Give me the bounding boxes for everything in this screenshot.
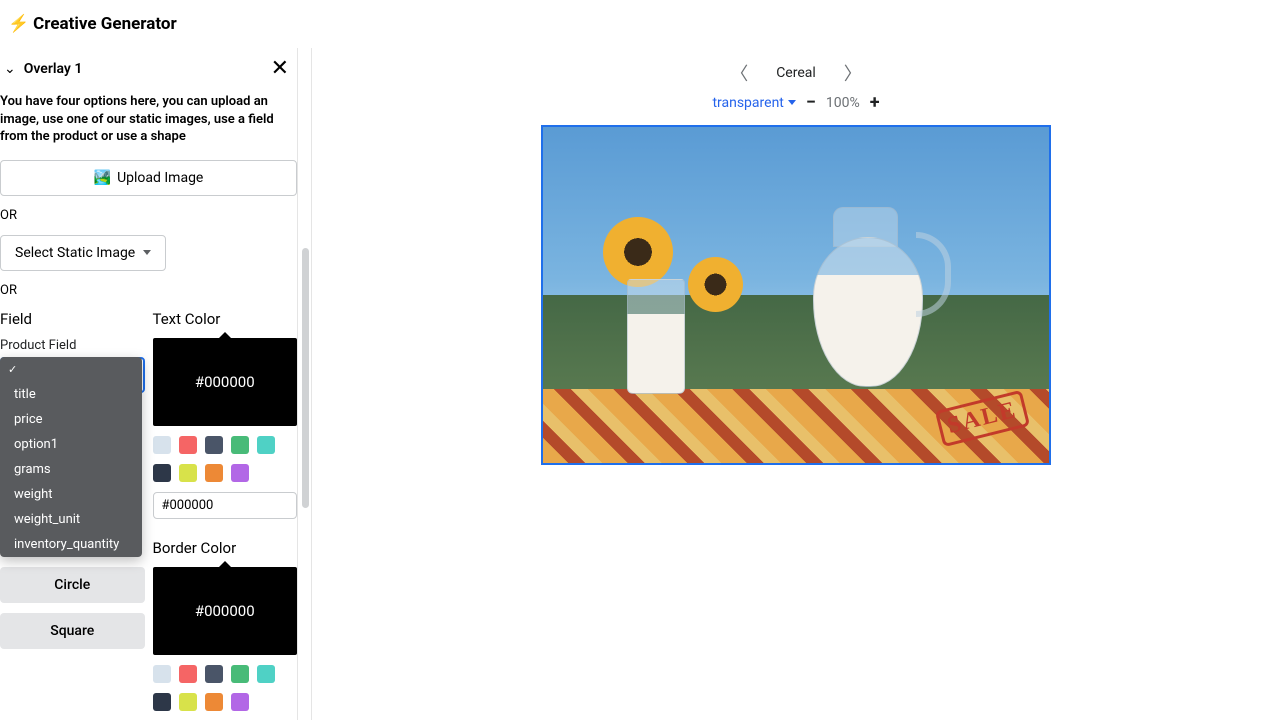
preview-canvas[interactable]: SALE bbox=[541, 125, 1051, 465]
image-icon: 🏞️ bbox=[94, 170, 111, 186]
background-select[interactable]: transparent bbox=[712, 95, 795, 111]
swatch[interactable] bbox=[205, 693, 223, 711]
sunflower-icon bbox=[603, 217, 673, 287]
upload-image-button[interactable]: 🏞️ Upload Image bbox=[0, 160, 297, 196]
chevron-down-icon[interactable]: ⌄ bbox=[4, 61, 16, 77]
swatch[interactable] bbox=[179, 693, 197, 711]
swatch[interactable] bbox=[231, 464, 249, 482]
or-divider: OR bbox=[0, 283, 297, 298]
sidebar: ⌄ Overlay 1 ✕ You have four options here… bbox=[0, 48, 312, 720]
dropdown-item-title[interactable]: title bbox=[0, 382, 142, 407]
close-icon[interactable]: ✕ bbox=[267, 56, 293, 81]
product-name: Cereal bbox=[776, 65, 816, 81]
swatch[interactable] bbox=[179, 464, 197, 482]
swatch[interactable] bbox=[231, 665, 249, 683]
app-title: ⚡ Creative Generator bbox=[8, 14, 177, 34]
swatch[interactable] bbox=[179, 436, 197, 454]
swatch[interactable] bbox=[153, 693, 171, 711]
swatch[interactable] bbox=[257, 436, 275, 454]
overlay-title: Overlay 1 bbox=[24, 61, 83, 77]
dropdown-item-weight[interactable]: weight bbox=[0, 482, 142, 507]
product-field-label: Product Field bbox=[0, 338, 145, 353]
select-static-image-button[interactable]: Select Static Image bbox=[0, 235, 166, 271]
product-field-dropdown: ✓ title price option1 grams weight weigh… bbox=[0, 357, 142, 557]
bolt-icon: ⚡ bbox=[8, 14, 29, 34]
check-icon: ✓ bbox=[8, 363, 18, 376]
next-product-icon[interactable]: 〉 bbox=[844, 60, 862, 86]
zoom-in-button[interactable]: + bbox=[870, 92, 880, 113]
swatch[interactable] bbox=[179, 665, 197, 683]
shape-square-button[interactable]: Square bbox=[0, 613, 145, 649]
dropdown-item-price[interactable]: price bbox=[0, 407, 142, 432]
field-section-title: Field bbox=[0, 310, 145, 328]
caret-down-icon bbox=[788, 100, 796, 105]
preview-grass bbox=[543, 295, 1049, 396]
pitcher-icon bbox=[803, 197, 943, 397]
shape-circle-button[interactable]: Circle bbox=[0, 567, 145, 603]
swatch[interactable] bbox=[153, 464, 171, 482]
swatch[interactable] bbox=[231, 693, 249, 711]
glass-icon bbox=[627, 279, 685, 394]
dropdown-item-inventory[interactable]: inventory_quantity bbox=[0, 532, 142, 557]
swatch[interactable] bbox=[205, 464, 223, 482]
scrollbar[interactable] bbox=[302, 248, 309, 508]
dropdown-item-option1[interactable]: option1 bbox=[0, 432, 142, 457]
swatch[interactable] bbox=[205, 436, 223, 454]
swatch[interactable] bbox=[257, 665, 275, 683]
swatch[interactable] bbox=[153, 665, 171, 683]
zoom-out-button[interactable]: − bbox=[806, 92, 816, 113]
overlay-description: You have four options here, you can uplo… bbox=[0, 89, 297, 160]
dropdown-item-blank[interactable]: ✓ bbox=[0, 357, 142, 382]
swatch[interactable] bbox=[205, 665, 223, 683]
zoom-percent: 100% bbox=[826, 95, 860, 111]
swatch[interactable] bbox=[153, 436, 171, 454]
prev-product-icon[interactable]: 〈 bbox=[730, 60, 748, 86]
canvas-area: 〈 Cereal 〉 transparent − 100% + bbox=[312, 48, 1280, 720]
border-color-preview[interactable]: #000000 bbox=[153, 567, 298, 655]
text-color-preview[interactable]: #000000 bbox=[153, 338, 298, 426]
text-color-input[interactable] bbox=[153, 492, 298, 519]
dropdown-item-weight-unit[interactable]: weight_unit bbox=[0, 507, 142, 532]
text-color-section-title: Text Color bbox=[153, 310, 298, 328]
dropdown-item-grams[interactable]: grams bbox=[0, 457, 142, 482]
swatch[interactable] bbox=[231, 436, 249, 454]
sunflower-icon bbox=[688, 257, 743, 312]
caret-down-icon bbox=[143, 250, 151, 255]
or-divider: OR bbox=[0, 208, 297, 223]
border-color-section-title: Border Color bbox=[153, 539, 298, 557]
